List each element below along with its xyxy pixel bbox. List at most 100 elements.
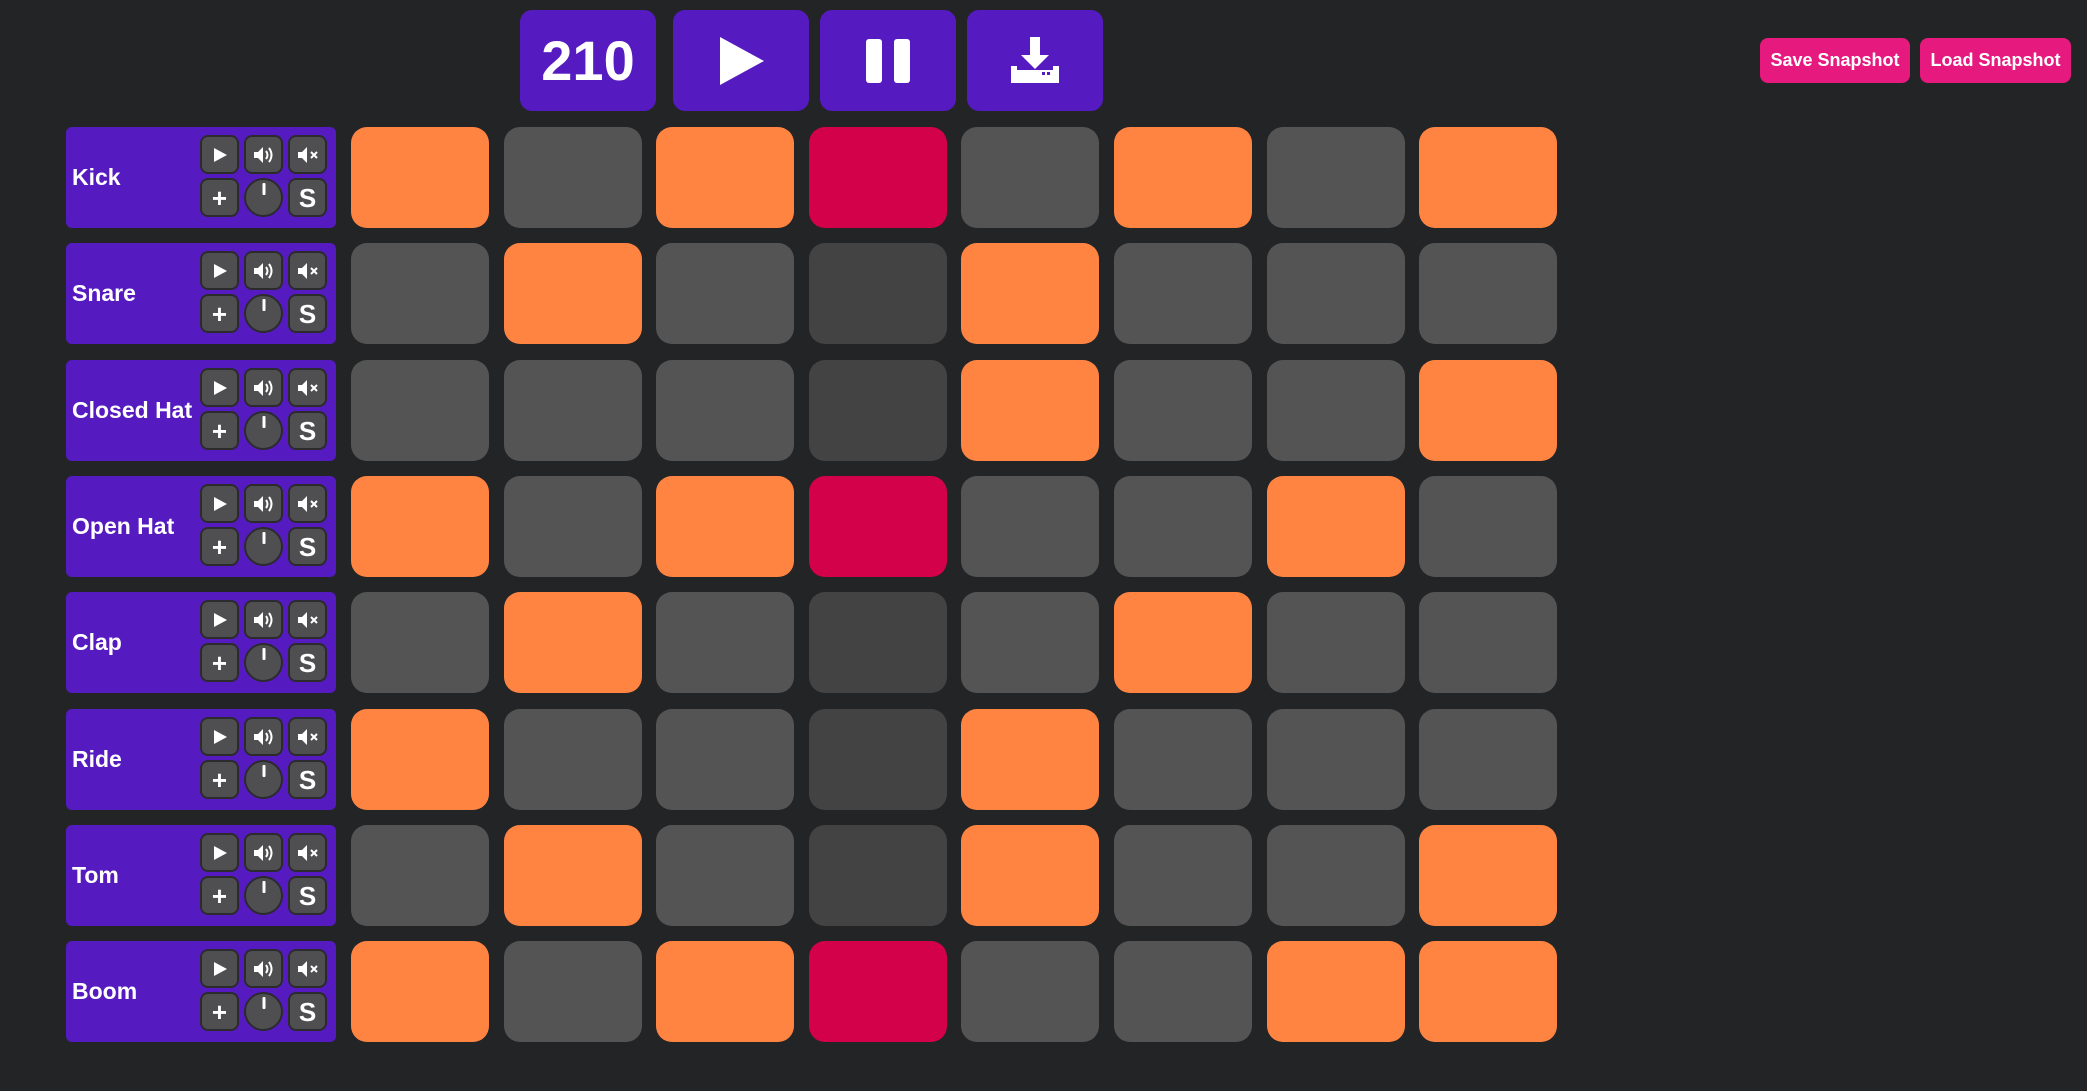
track-volume-button[interactable] (244, 368, 283, 407)
bpm-display[interactable]: 210 (520, 10, 656, 111)
step-pad[interactable] (504, 360, 642, 461)
step-pad[interactable] (809, 592, 947, 693)
step-pad[interactable] (656, 476, 794, 577)
download-button[interactable] (967, 10, 1103, 111)
track-mute-button[interactable] (288, 484, 327, 523)
track-play-button[interactable] (200, 135, 239, 174)
track-volume-button[interactable] (244, 484, 283, 523)
step-pad[interactable] (351, 825, 489, 926)
track-play-button[interactable] (200, 600, 239, 639)
track-mute-button[interactable] (288, 717, 327, 756)
step-pad[interactable] (656, 243, 794, 344)
track-solo-button[interactable]: S (288, 760, 327, 799)
track-solo-button[interactable]: S (288, 992, 327, 1031)
step-pad[interactable] (809, 825, 947, 926)
track-play-button[interactable] (200, 484, 239, 523)
track-add-button[interactable]: + (200, 992, 239, 1031)
track-add-button[interactable]: + (200, 643, 239, 682)
track-volume-button[interactable] (244, 600, 283, 639)
step-pad[interactable] (1419, 127, 1557, 228)
track-mute-button[interactable] (288, 251, 327, 290)
track-volume-knob[interactable] (244, 294, 283, 333)
step-pad[interactable] (1267, 592, 1405, 693)
step-pad[interactable] (504, 243, 642, 344)
track-volume-button[interactable] (244, 717, 283, 756)
track-play-button[interactable] (200, 949, 239, 988)
track-volume-button[interactable] (244, 251, 283, 290)
step-pad[interactable] (1267, 709, 1405, 810)
step-pad[interactable] (961, 476, 1099, 577)
track-mute-button[interactable] (288, 135, 327, 174)
save-snapshot-button[interactable]: Save Snapshot (1760, 38, 1910, 83)
load-snapshot-button[interactable]: Load Snapshot (1920, 38, 2071, 83)
track-add-button[interactable]: + (200, 411, 239, 450)
step-pad[interactable] (656, 127, 794, 228)
track-mute-button[interactable] (288, 949, 327, 988)
track-volume-knob[interactable] (244, 760, 283, 799)
track-volume-knob[interactable] (244, 178, 283, 217)
step-pad[interactable] (1267, 825, 1405, 926)
step-pad[interactable] (1114, 360, 1252, 461)
step-pad[interactable] (809, 243, 947, 344)
step-pad[interactable] (961, 127, 1099, 228)
step-pad[interactable] (1419, 592, 1557, 693)
step-pad[interactable] (351, 709, 489, 810)
track-solo-button[interactable]: S (288, 876, 327, 915)
step-pad[interactable] (351, 127, 489, 228)
track-volume-knob[interactable] (244, 643, 283, 682)
track-volume-knob[interactable] (244, 876, 283, 915)
step-pad[interactable] (504, 709, 642, 810)
step-pad[interactable] (656, 360, 794, 461)
track-volume-button[interactable] (244, 949, 283, 988)
track-add-button[interactable]: + (200, 178, 239, 217)
step-pad[interactable] (1114, 709, 1252, 810)
step-pad[interactable] (351, 476, 489, 577)
step-pad[interactable] (504, 127, 642, 228)
step-pad[interactable] (809, 476, 947, 577)
step-pad[interactable] (1419, 243, 1557, 344)
track-volume-knob[interactable] (244, 411, 283, 450)
step-pad[interactable] (504, 592, 642, 693)
step-pad[interactable] (1419, 709, 1557, 810)
step-pad[interactable] (961, 825, 1099, 926)
step-pad[interactable] (1114, 243, 1252, 344)
step-pad[interactable] (1419, 825, 1557, 926)
step-pad[interactable] (504, 825, 642, 926)
track-add-button[interactable]: + (200, 294, 239, 333)
track-volume-knob[interactable] (244, 527, 283, 566)
step-pad[interactable] (961, 360, 1099, 461)
step-pad[interactable] (656, 592, 794, 693)
step-pad[interactable] (504, 941, 642, 1042)
step-pad[interactable] (504, 476, 642, 577)
step-pad[interactable] (1114, 941, 1252, 1042)
track-add-button[interactable]: + (200, 527, 239, 566)
track-volume-knob[interactable] (244, 992, 283, 1031)
step-pad[interactable] (961, 709, 1099, 810)
step-pad[interactable] (656, 941, 794, 1042)
step-pad[interactable] (351, 941, 489, 1042)
track-solo-button[interactable]: S (288, 411, 327, 450)
step-pad[interactable] (1267, 127, 1405, 228)
track-play-button[interactable] (200, 833, 239, 872)
track-add-button[interactable]: + (200, 760, 239, 799)
track-volume-button[interactable] (244, 135, 283, 174)
step-pad[interactable] (351, 243, 489, 344)
step-pad[interactable] (1267, 941, 1405, 1042)
step-pad[interactable] (961, 941, 1099, 1042)
track-solo-button[interactable]: S (288, 527, 327, 566)
step-pad[interactable] (1419, 941, 1557, 1042)
track-play-button[interactable] (200, 368, 239, 407)
step-pad[interactable] (1114, 825, 1252, 926)
step-pad[interactable] (1267, 360, 1405, 461)
step-pad[interactable] (1114, 476, 1252, 577)
step-pad[interactable] (809, 360, 947, 461)
track-mute-button[interactable] (288, 368, 327, 407)
step-pad[interactable] (809, 127, 947, 228)
step-pad[interactable] (656, 709, 794, 810)
step-pad[interactable] (809, 709, 947, 810)
step-pad[interactable] (1114, 592, 1252, 693)
pause-button[interactable] (820, 10, 956, 111)
step-pad[interactable] (961, 243, 1099, 344)
track-mute-button[interactable] (288, 833, 327, 872)
step-pad[interactable] (1114, 127, 1252, 228)
